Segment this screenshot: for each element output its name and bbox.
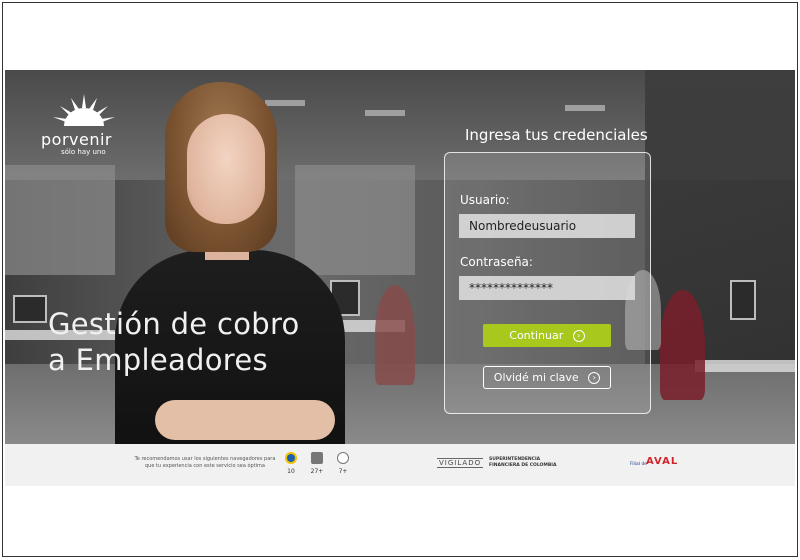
hero-banner: porvenir sólo hay uno Gestión de cobro a… bbox=[5, 70, 795, 444]
browser-version: 10 bbox=[287, 468, 295, 475]
browser-version: 27+ bbox=[310, 468, 324, 475]
vigilado-label: VIGILADO bbox=[437, 458, 484, 468]
forgot-password-button[interactable]: Olvidé mi clave › bbox=[483, 366, 611, 389]
arrow-right-icon: › bbox=[588, 372, 601, 384]
browser-chrome[interactable]: 27+ bbox=[306, 452, 328, 475]
internet-explorer-icon bbox=[285, 452, 297, 464]
desk bbox=[695, 360, 795, 372]
background-person bbox=[375, 285, 415, 385]
username-label: Usuario: bbox=[460, 193, 510, 207]
aval-prefix: Filial de bbox=[630, 462, 648, 467]
woman-arm bbox=[155, 400, 335, 440]
password-label: Contraseña: bbox=[460, 255, 533, 269]
arrow-right-icon: › bbox=[572, 330, 585, 342]
browser-recommendation-note: Te recomendamos usar los siguientes nave… bbox=[134, 456, 276, 469]
superintendencia-label: SUPERINTENDENCIA FINANCIERA DE COLOMBIA bbox=[489, 457, 557, 468]
browser-ie[interactable]: 10 bbox=[280, 452, 302, 475]
hero-title-line1: Gestión de cobro bbox=[48, 307, 300, 341]
ceiling-light bbox=[265, 100, 305, 106]
chrome-icon bbox=[311, 452, 323, 464]
window-panel bbox=[5, 165, 115, 275]
brand-name: porvenir bbox=[41, 130, 112, 149]
username-input[interactable] bbox=[459, 214, 635, 238]
hero-title-line2: a Empleadores bbox=[48, 343, 268, 377]
safari-icon bbox=[337, 452, 349, 464]
login-form: Usuario: Contraseña: Continuar › Olvidé … bbox=[444, 152, 651, 414]
window-panel bbox=[295, 165, 415, 275]
continue-button[interactable]: Continuar › bbox=[483, 324, 611, 347]
brand-tagline: sólo hay uno bbox=[61, 148, 106, 156]
browser-safari[interactable]: 7+ bbox=[332, 452, 354, 475]
monitor bbox=[730, 280, 756, 320]
woman-face bbox=[187, 114, 265, 224]
login-heading: Ingresa tus credenciales bbox=[465, 126, 648, 144]
monitor bbox=[13, 295, 47, 323]
porvenir-logo[interactable]: porvenir sólo hay uno bbox=[41, 92, 131, 156]
aval-logo: AVAL bbox=[646, 456, 678, 467]
background-person bbox=[660, 290, 705, 400]
ceiling-light bbox=[365, 110, 405, 116]
browser-version: 7+ bbox=[338, 468, 348, 475]
footer: Te recomendamos usar los siguientes nave… bbox=[5, 444, 795, 486]
continue-label: Continuar bbox=[509, 329, 564, 342]
sun-logo-icon bbox=[53, 94, 115, 126]
forgot-label: Olvidé mi clave bbox=[493, 371, 579, 384]
password-input[interactable] bbox=[459, 276, 635, 300]
aval-name: AVAL bbox=[646, 456, 679, 467]
hero-title: Gestión de cobro a Empleadores bbox=[48, 306, 300, 378]
ceiling-light bbox=[565, 105, 605, 111]
